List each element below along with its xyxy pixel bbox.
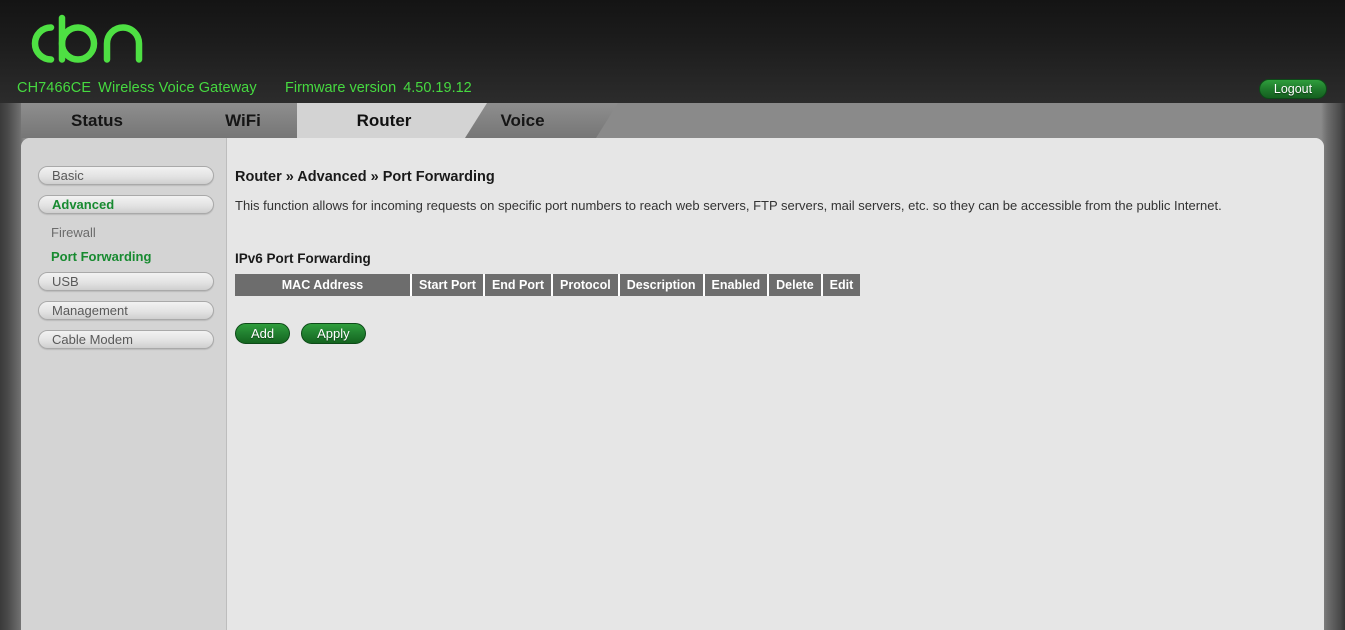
sidebar-item-label: Advanced [52, 197, 115, 212]
table-column-header: Enabled [703, 274, 770, 296]
cbn-logo [18, 14, 148, 72]
sidebar-item-label: Management [52, 303, 128, 318]
tab-router-label: Router [356, 110, 412, 130]
firmware-info: Firmware version 4.50.19.12 [285, 80, 472, 96]
page-description: This function allows for incoming reques… [235, 198, 1222, 213]
table-column-header: Start Port [411, 274, 485, 296]
content-panel: Basic Advanced Firewall Port Forwarding … [21, 138, 1324, 630]
tab-status-label: Status [71, 110, 123, 130]
breadcrumb: Router » Advanced » Port Forwarding [235, 169, 495, 185]
tab-wifi-label: WiFi [225, 110, 261, 130]
sidebar-nav: Basic Advanced Firewall Port Forwarding … [21, 138, 227, 630]
main-content: Router » Advanced » Port Forwarding This… [227, 138, 1324, 630]
add-button[interactable]: Add [235, 323, 291, 344]
action-button-row: Add Apply [235, 323, 1324, 344]
sidebar-item-advanced[interactable]: Advanced [38, 195, 214, 214]
product-name: Wireless Voice Gateway [98, 80, 257, 96]
table-column-header: Description [618, 274, 705, 296]
tab-router[interactable]: Router [297, 103, 487, 138]
firmware-version: 4.50.19.12 [403, 80, 472, 96]
section-title: IPv6 Port Forwarding [235, 251, 371, 266]
table-column-header: Edit [821, 274, 861, 296]
table-column-header: MAC Address [235, 274, 412, 296]
sidebar-item-label: Basic [52, 168, 84, 183]
sidebar-item-firewall[interactable]: Firewall [38, 224, 226, 241]
firmware-label: Firmware version [285, 80, 397, 96]
sidebar-item-usb[interactable]: USB [38, 272, 214, 291]
tab-voice-label: Voice [500, 110, 545, 130]
sidebar-item-basic[interactable]: Basic [38, 166, 214, 185]
port-forwarding-table: MAC Address Start Port End Port Protocol Des… [235, 274, 861, 296]
table-column-header: Protocol [552, 274, 620, 296]
sidebar-item-label: Cable Modem [52, 332, 133, 347]
sidebar-item-management[interactable]: Management [38, 301, 214, 320]
table-column-header: End Port [483, 274, 554, 296]
logout-button[interactable]: Logout [1259, 79, 1327, 99]
sidebar-item-port-forwarding[interactable]: Port Forwarding [38, 248, 226, 265]
sidebar-item-cable-modem[interactable]: Cable Modem [38, 330, 214, 349]
table-column-header: Delete [768, 274, 823, 296]
product-identity: CH7466CE Wireless Voice Gateway [17, 80, 257, 96]
tab-status[interactable]: Status [21, 103, 189, 138]
apply-button[interactable]: Apply [301, 323, 366, 344]
table-header-row: MAC Address Start Port End Port Protocol Des… [235, 274, 861, 296]
model-number: CH7466CE [17, 80, 92, 96]
page-header: CH7466CE Wireless Voice Gateway Firmware … [0, 0, 1345, 103]
sidebar-item-label: USB [52, 274, 79, 289]
main-tab-bar: Status WiFi Router Voice [0, 103, 1345, 138]
